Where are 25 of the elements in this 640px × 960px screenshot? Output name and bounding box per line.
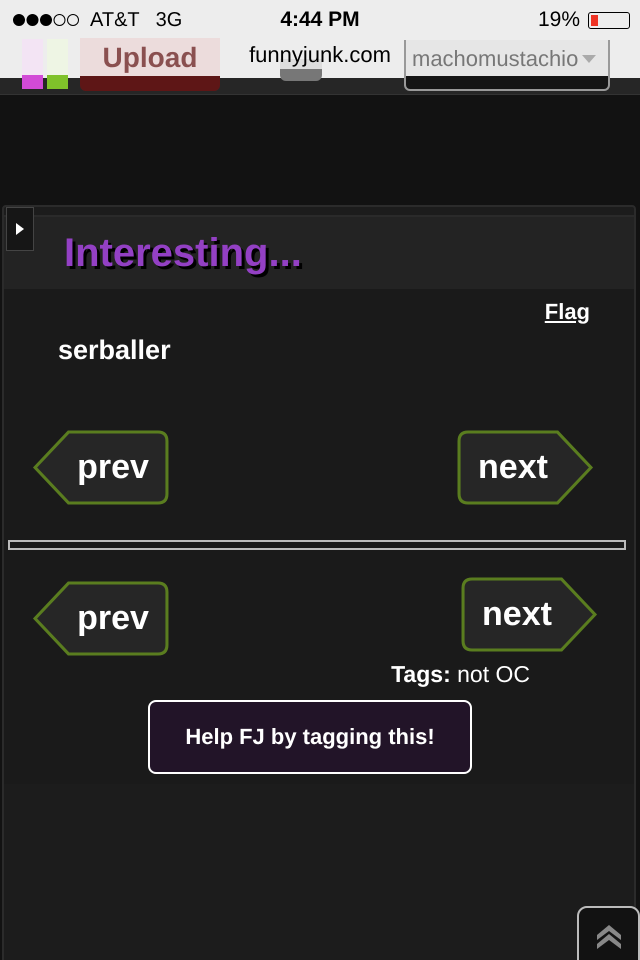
network-label: 3G <box>156 8 182 32</box>
chevron-up-icon <box>594 923 622 949</box>
url-text[interactable]: funnyjunk.com <box>249 42 391 68</box>
battery-icon <box>588 12 630 28</box>
battery-percent: 19% <box>538 8 580 32</box>
scroll-top-button[interactable] <box>577 906 640 960</box>
caret-icon <box>582 54 596 62</box>
expand-button[interactable] <box>6 207 34 251</box>
next-button[interactable]: next <box>460 576 598 653</box>
play-icon <box>16 223 24 235</box>
carrier-label: AT&T <box>90 8 140 32</box>
prev-button[interactable]: prev <box>32 429 170 506</box>
logo-icon[interactable] <box>22 39 68 89</box>
clock-time: 4:44 PM <box>280 8 360 32</box>
prev-button[interactable]: prev <box>32 580 170 657</box>
tags-label: Tags: <box>391 661 451 687</box>
user-menu[interactable]: machomustachio <box>404 40 610 91</box>
tag-link[interactable]: not OC <box>457 661 530 687</box>
help-tag-button[interactable]: Help FJ by tagging this! <box>148 700 472 774</box>
signal-icon <box>12 13 82 27</box>
post-title: Interesting... <box>64 230 302 276</box>
upload-button[interactable]: Upload <box>80 38 220 91</box>
flag-link[interactable]: Flag <box>544 299 590 325</box>
next-button[interactable]: next <box>456 429 594 506</box>
username: serballer <box>58 335 172 366</box>
